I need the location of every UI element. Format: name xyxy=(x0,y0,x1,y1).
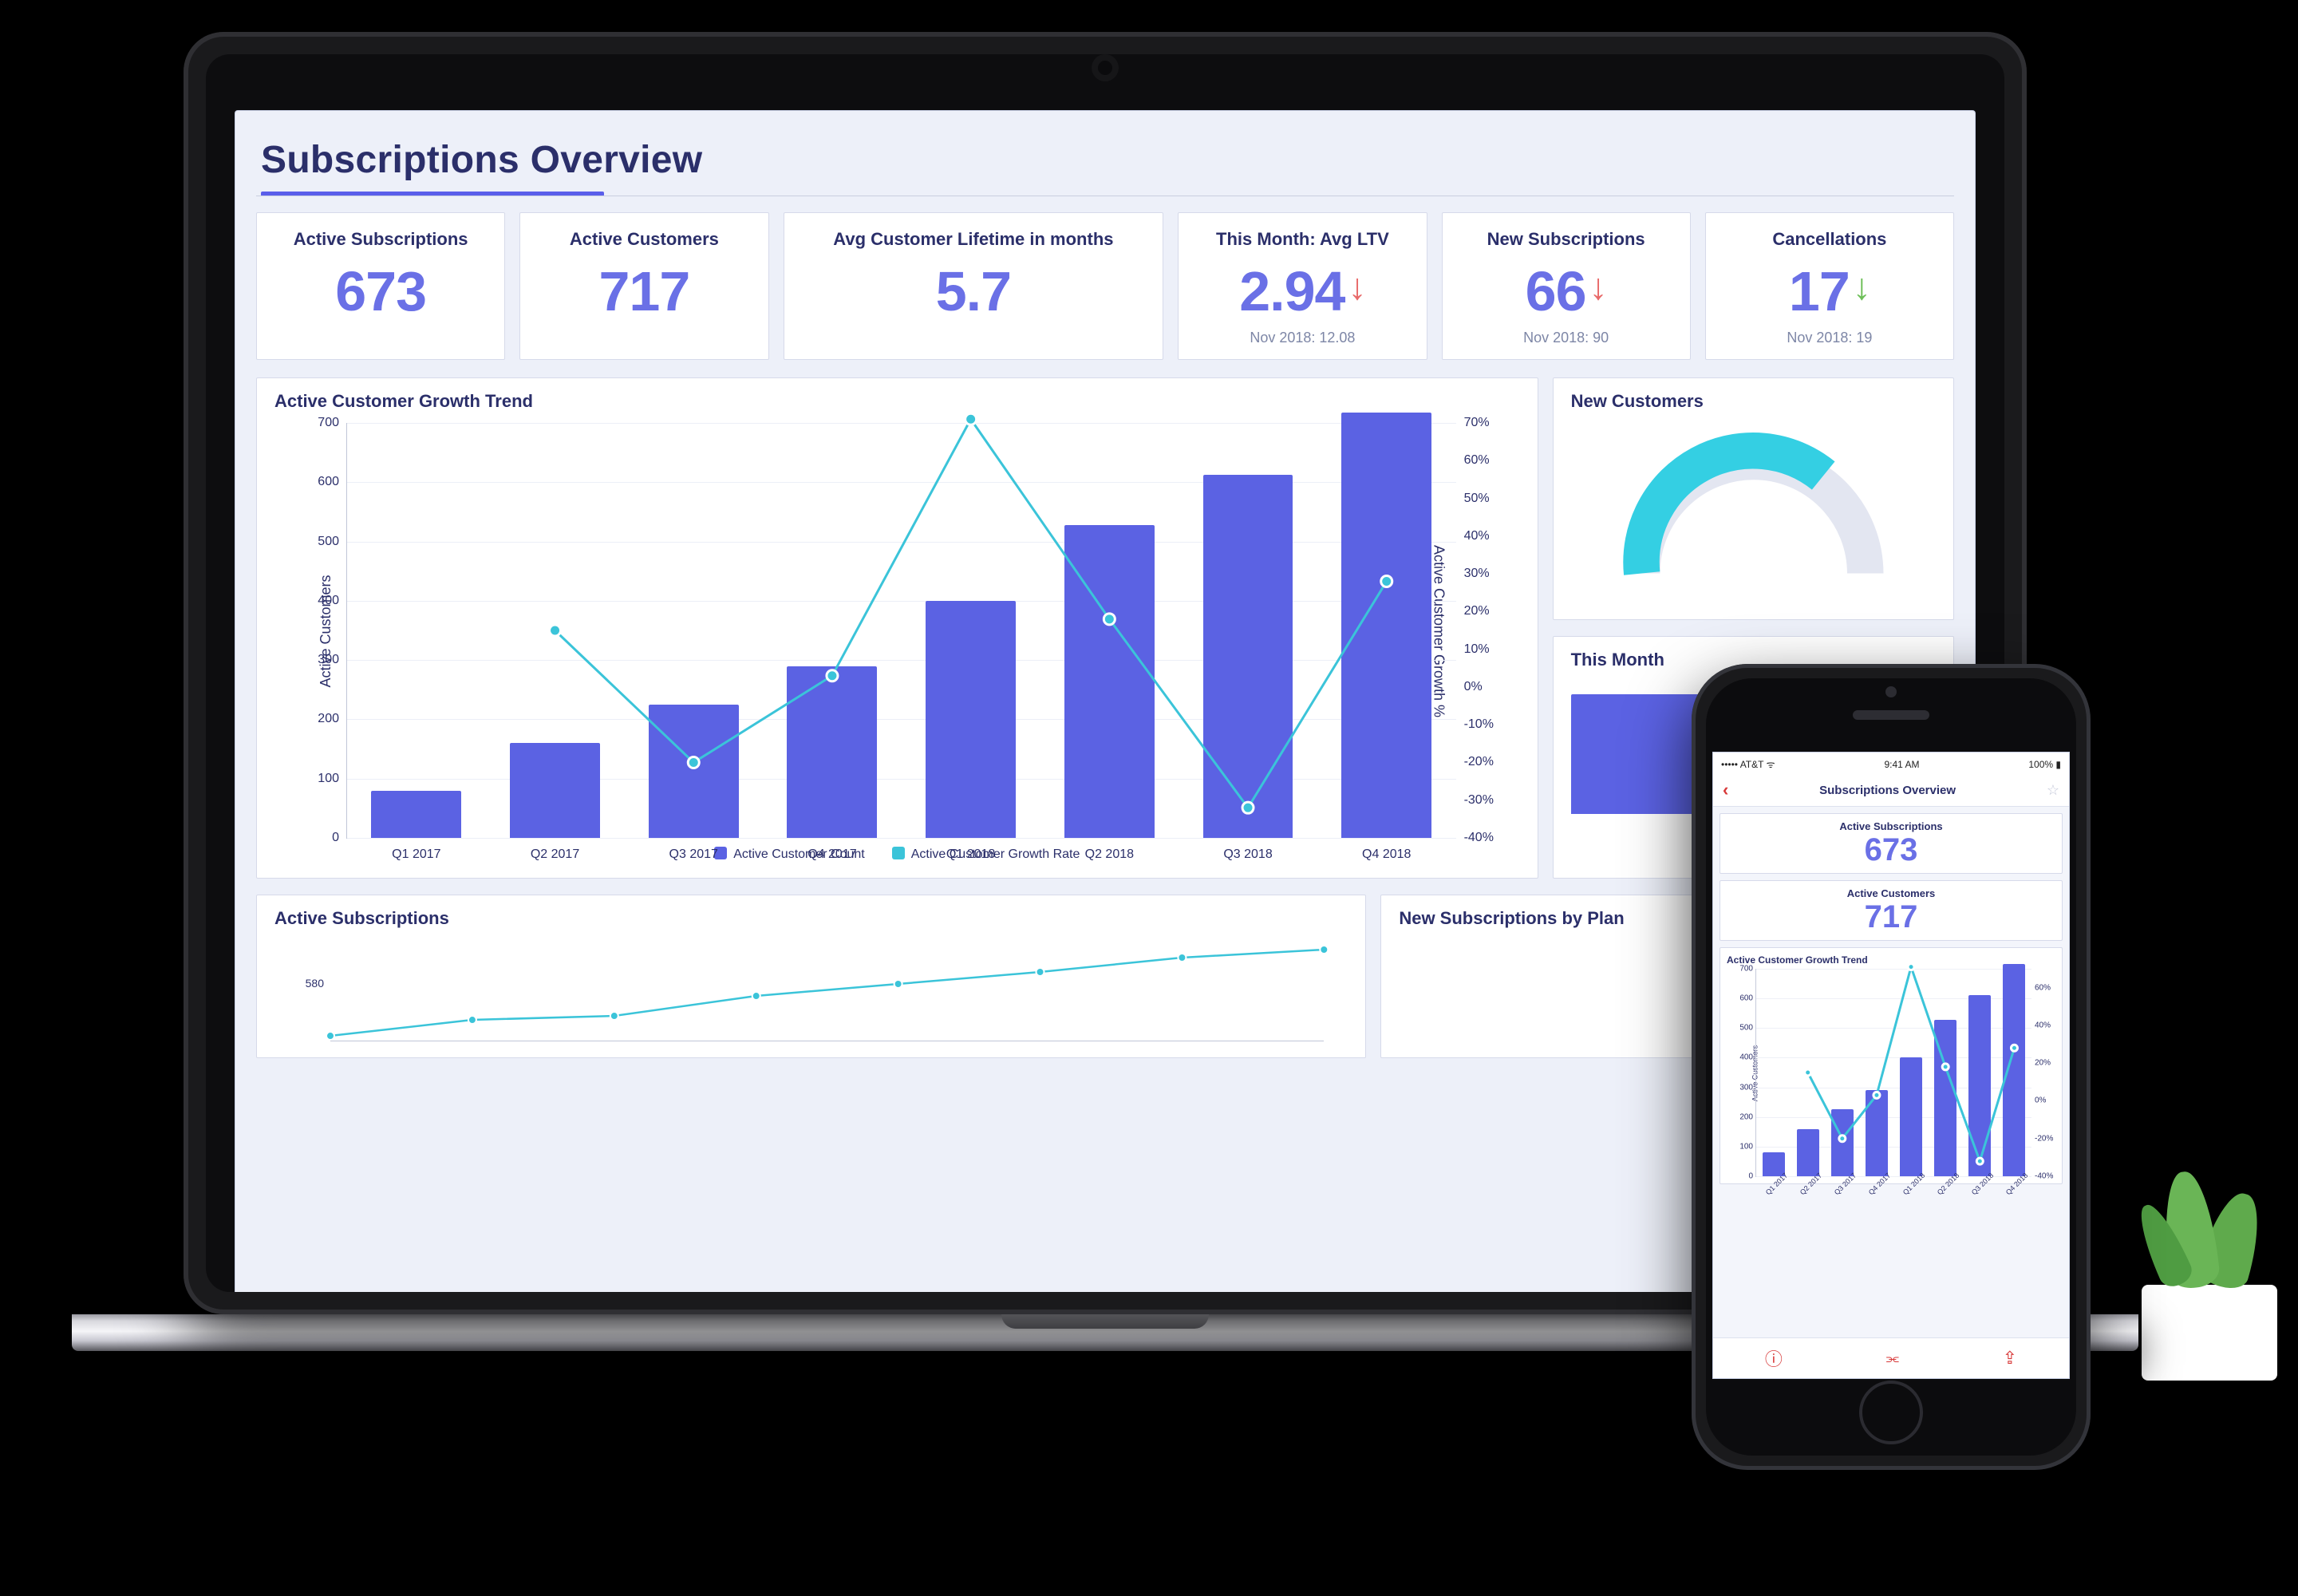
kpi-card-active-subscriptions[interactable]: Active Subscriptions 673 xyxy=(256,212,505,360)
page-title: Subscriptions Overview xyxy=(261,138,1954,182)
kpi-value: 66↓ xyxy=(1457,259,1676,323)
phone-page-title: Subscriptions Overview xyxy=(1819,784,1956,797)
kpi-label: Active Customers xyxy=(535,229,753,250)
trend-down-icon: ↓ xyxy=(1589,266,1607,307)
stage: Subscriptions Overview Active Subscripti… xyxy=(0,0,2298,1596)
y-axis-left-label: Active Customers xyxy=(318,575,334,687)
phone-screen: ••••• AT&T ᯤ 9:41 AM 100% ▮ ‹ Subscripti… xyxy=(1712,752,2070,1379)
laptop-camera xyxy=(1098,61,1112,75)
panel-title: New Customers xyxy=(1571,391,1936,412)
growth-chart[interactable]: 0100200300400500600700-40%-30%-20%-10%0%… xyxy=(346,423,1456,839)
y-tick-right: -20% xyxy=(1464,755,1494,769)
kpi-card-avg-lifetime[interactable]: Avg Customer Lifetime in months 5.7 xyxy=(784,212,1164,360)
phone-growth-chart[interactable]: 0100200300400500600700-40%-20%0%20%40%60… xyxy=(1755,969,2031,1177)
kpi-card-active-customers[interactable]: Active Customers 717 xyxy=(519,212,768,360)
x-tick: Q4 2018 xyxy=(1362,847,1411,862)
kpi-value: 2.94↓ xyxy=(1193,259,1412,323)
y-tick-left: 400 xyxy=(318,594,339,608)
y-tick-right: -10% xyxy=(1464,717,1494,732)
x-tick: Q2 2017 xyxy=(531,847,579,862)
x-tick: Q4 2017 xyxy=(807,847,856,862)
kpi-label: Active Subscriptions xyxy=(1725,820,2057,832)
x-tick: Q3 2018 xyxy=(1223,847,1272,862)
kpi-card-cancellations[interactable]: Cancellations 17↓ Nov 2018: 19 xyxy=(1705,212,1954,360)
carrier-text: ••••• AT&T ᯤ xyxy=(1721,757,1775,771)
y-tick-left: 500 xyxy=(318,535,339,549)
kpi-row: Active Subscriptions 673 Active Customer… xyxy=(256,212,1954,360)
phone-kpi-active-subscriptions[interactable]: Active Subscriptions 673 xyxy=(1720,813,2063,874)
home-button[interactable] xyxy=(1859,1381,1923,1444)
kpi-label: Avg Customer Lifetime in months xyxy=(799,229,1149,250)
y-tick-left: 100 xyxy=(318,772,339,786)
phone-camera xyxy=(1885,686,1897,697)
kpi-label: Cancellations xyxy=(1720,229,1939,250)
y-tick-right: 10% xyxy=(1464,642,1490,657)
panel-active-subscriptions: Active Subscriptions 580 xyxy=(256,895,1366,1058)
favorite-icon[interactable]: ☆ xyxy=(2047,782,2059,799)
kpi-value: 673 xyxy=(271,259,490,323)
y-tick-right: 60% xyxy=(1464,453,1490,468)
trend-up-icon: ↓ xyxy=(1853,266,1870,307)
kpi-value: 17↓ xyxy=(1720,259,1939,323)
phone-kpi-active-customers[interactable]: Active Customers 717 xyxy=(1720,880,2063,941)
phone-navbar: ‹ Subscriptions Overview ☆ xyxy=(1713,774,2069,807)
y-tick-right: 50% xyxy=(1464,492,1490,506)
status-time: 9:41 AM xyxy=(1884,759,1919,770)
kpi-subtext: Nov 2018: 19 xyxy=(1720,330,1939,346)
phone-status-bar: ••••• AT&T ᯤ 9:41 AM 100% ▮ xyxy=(1713,753,2069,774)
status-battery: 100% ▮ xyxy=(2028,759,2061,770)
x-tick: Q2 2018 xyxy=(1085,847,1134,862)
x-tick: Q1 2018 xyxy=(946,847,995,862)
panel-title: Active Customer Growth Trend xyxy=(274,391,1520,412)
phone-tabbar: ⓘ ⫘ ⇪ xyxy=(1713,1337,2069,1378)
kpi-value: 717 xyxy=(1725,899,2057,935)
panel-title: Active Subscriptions xyxy=(274,908,1348,929)
y-tick-right: 30% xyxy=(1464,567,1490,581)
y-tick-right: -40% xyxy=(1464,831,1494,845)
y-tick: 580 xyxy=(306,977,324,990)
active-subscriptions-chart[interactable]: 580 xyxy=(330,945,1324,1041)
phone-speaker xyxy=(1853,710,1929,720)
panel-new-customers: New Customers xyxy=(1553,377,1954,620)
y-tick-left: 700 xyxy=(318,416,339,430)
info-icon[interactable]: ⓘ xyxy=(1765,1345,1783,1371)
y-tick-right: 20% xyxy=(1464,604,1490,618)
kpi-value: 673 xyxy=(1725,832,2057,868)
x-tick: Q1 2017 xyxy=(392,847,440,862)
phone-frame: ••••• AT&T ᯤ 9:41 AM 100% ▮ ‹ Subscripti… xyxy=(1692,664,2091,1470)
y-tick-right: 70% xyxy=(1464,416,1490,430)
plant-pot xyxy=(2142,1285,2277,1381)
kpi-label: This Month: Avg LTV xyxy=(1193,229,1412,250)
kpi-label: Active Subscriptions xyxy=(271,229,490,250)
export-icon[interactable]: ⇪ xyxy=(2003,1348,2017,1369)
kpi-subtext: Nov 2018: 90 xyxy=(1457,330,1676,346)
kpi-value: 717 xyxy=(535,259,753,323)
phone-panel-growth-trend: Active Customer Growth Trend Active Cust… xyxy=(1720,947,2063,1184)
kpi-value: 5.7 xyxy=(799,259,1149,323)
kpi-card-new-subscriptions[interactable]: New Subscriptions 66↓ Nov 2018: 90 xyxy=(1442,212,1691,360)
kpi-subtext: Nov 2018: 12.08 xyxy=(1193,330,1412,346)
y-tick-right: 40% xyxy=(1464,529,1490,543)
panel-growth-trend: Active Customer Growth Trend Active Cust… xyxy=(256,377,1538,879)
trend-down-icon: ↓ xyxy=(1348,266,1365,307)
y-tick-right: -30% xyxy=(1464,793,1494,808)
share-icon[interactable]: ⫘ xyxy=(1886,1350,1899,1367)
back-button[interactable]: ‹ xyxy=(1723,780,1728,800)
y-tick-left: 200 xyxy=(318,712,339,726)
y-tick-left: 600 xyxy=(318,475,339,489)
kpi-card-avg-ltv[interactable]: This Month: Avg LTV 2.94↓ Nov 2018: 12.0… xyxy=(1178,212,1427,360)
kpi-label: New Subscriptions xyxy=(1457,229,1676,250)
kpi-label: Active Customers xyxy=(1725,887,2057,899)
y-tick-left: 300 xyxy=(318,653,339,667)
x-tick: Q3 2017 xyxy=(669,847,718,862)
y-tick-left: 0 xyxy=(332,831,339,845)
gauge-chart[interactable] xyxy=(1571,420,1936,587)
y-tick-right: 0% xyxy=(1464,680,1483,694)
